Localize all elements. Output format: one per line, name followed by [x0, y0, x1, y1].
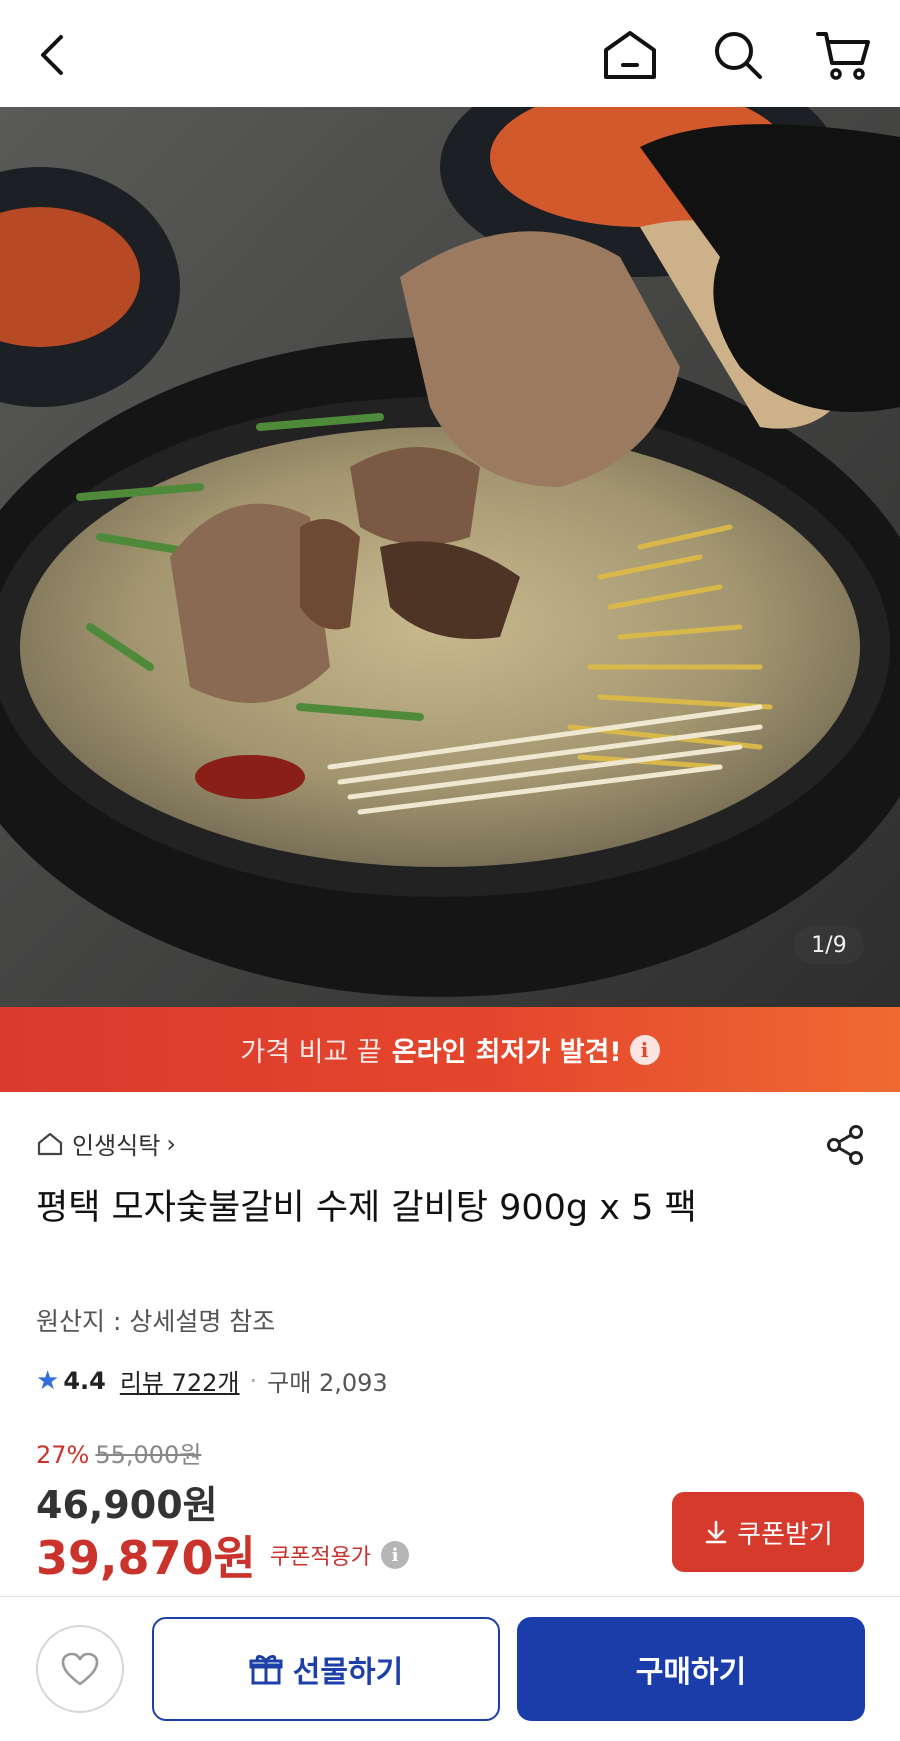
heart-icon	[61, 1652, 99, 1686]
get-coupon-button[interactable]: 쿠폰받기	[672, 1492, 864, 1572]
reviews-link[interactable]: 리뷰 722개	[120, 1363, 240, 1398]
banner-light-text: 가격 비교 끝	[240, 1037, 382, 1068]
back-button[interactable]	[20, 22, 86, 88]
chevron-left-icon	[41, 35, 63, 75]
top-navigation-bar	[0, 0, 900, 107]
share-button[interactable]	[822, 1122, 868, 1168]
product-title: 평택 모자숯불갈비 수제 갈비탕 900g x 5 팩	[36, 1188, 697, 1228]
cart-icon	[816, 32, 870, 80]
star-icon: ★	[36, 1365, 60, 1396]
separator-dot: ·	[249, 1366, 258, 1395]
discount-rate: 27%	[36, 1441, 90, 1469]
coupon-price-label: 쿠폰적용가	[269, 1545, 372, 1570]
product-image-gallery[interactable]	[0, 107, 900, 1007]
rating-row: ★ 4.4 리뷰 722개 · 구매 2,093	[36, 1363, 388, 1398]
download-icon	[703, 1519, 729, 1545]
chevron-right-icon: ›	[166, 1129, 176, 1158]
coupon-price: 39,870원	[36, 1531, 256, 1585]
home-icon	[604, 31, 656, 79]
purchase-count: 구매 2,093	[267, 1369, 388, 1397]
share-icon	[827, 1125, 863, 1165]
home-button[interactable]	[597, 22, 663, 88]
original-price: 55,000원	[95, 1441, 202, 1469]
gift-label: 선물하기	[292, 1655, 404, 1690]
store-home-icon	[37, 1132, 63, 1155]
sale-price: 46,900원	[36, 1483, 218, 1527]
search-icon	[715, 32, 762, 79]
banner-bold-text: 온라인 최저가 발견!	[391, 1037, 622, 1068]
origin-info: 원산지 : 상세설명 참조	[36, 1307, 276, 1336]
discount-row: 27% 55,000원	[36, 1435, 201, 1470]
coupon-info-icon[interactable]: i	[381, 1541, 410, 1569]
gift-icon	[249, 1652, 283, 1686]
buy-button[interactable]: 구매하기	[517, 1617, 865, 1721]
lowest-price-banner[interactable]: 가격 비교 끝 온라인 최저가 발견! i	[0, 1007, 900, 1092]
get-coupon-label: 쿠폰받기	[737, 1519, 833, 1550]
store-name: 인생식탁	[72, 1132, 161, 1160]
galbitang-soup-photo	[0, 107, 900, 1007]
gift-button[interactable]: 선물하기	[152, 1617, 500, 1721]
wishlist-button[interactable]	[36, 1625, 124, 1713]
info-icon[interactable]: i	[629, 1034, 660, 1065]
coupon-price-row: 39,870원 쿠폰적용가 i	[36, 1522, 410, 1588]
cart-button[interactable]	[810, 22, 876, 88]
image-counter: 1/9	[794, 926, 864, 964]
rating-score: 4.4	[63, 1366, 106, 1395]
search-button[interactable]	[705, 22, 771, 88]
bottom-action-bar: 선물하기 구매하기	[0, 1596, 900, 1741]
store-link[interactable]: 인생식탁 ›	[36, 1126, 176, 1161]
